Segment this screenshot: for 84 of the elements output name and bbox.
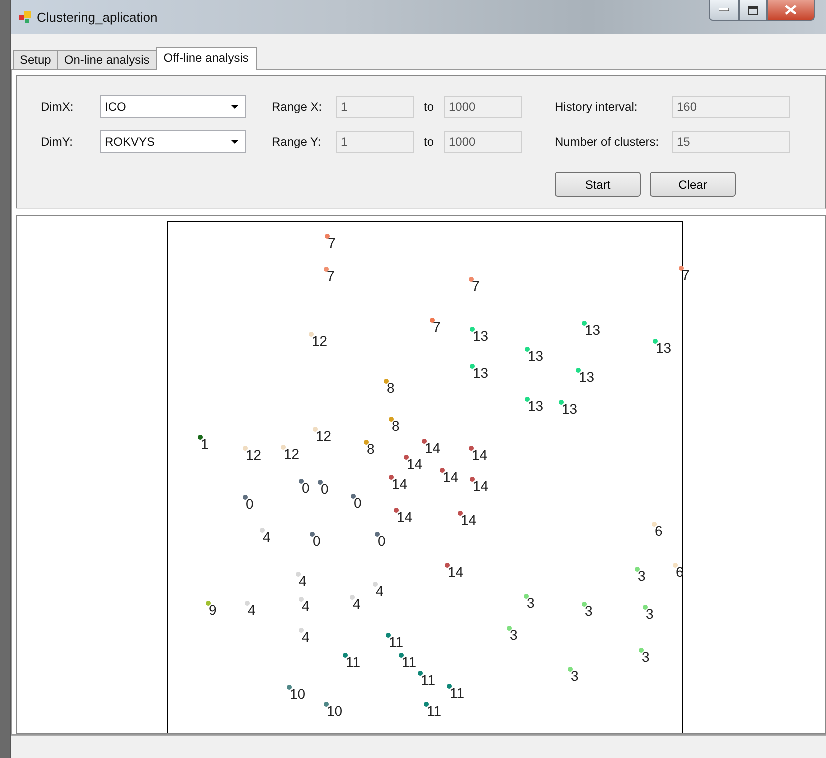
point-label: 8 — [367, 442, 375, 456]
point-label: 7 — [328, 236, 336, 250]
point-label: 4 — [376, 584, 384, 598]
point-label: 11 — [389, 635, 404, 649]
range-label: Range X: — [272, 100, 324, 114]
point-label: 8 — [392, 419, 400, 433]
minimize-icon — [719, 8, 729, 12]
point-label: 3 — [638, 569, 646, 583]
point-label: 4 — [353, 597, 361, 611]
point-label: 7 — [472, 279, 480, 293]
point-label: 0 — [321, 482, 329, 496]
point-label: 0 — [246, 497, 254, 511]
tab[interactable]: On-line analysis — [57, 50, 157, 70]
point-label: 10 — [327, 704, 343, 718]
point-label: 14 — [392, 477, 408, 491]
to-label: to — [422, 100, 435, 114]
point-label: 9 — [209, 603, 217, 617]
dimension-dropdown[interactable]: ROKVYS — [100, 130, 246, 153]
point-label: 14 — [397, 510, 413, 524]
point-label: 0 — [354, 496, 362, 510]
point-label: 4 — [248, 603, 256, 617]
point-label: 4 — [302, 599, 310, 613]
window-title: Clustering_aplication — [37, 10, 158, 24]
point-label: 14 — [472, 448, 488, 462]
point-label: 12 — [316, 429, 332, 443]
point-label: 0 — [313, 534, 321, 548]
point-label: 14 — [448, 565, 464, 579]
point-label: 7 — [327, 269, 335, 283]
point-label: 13 — [656, 341, 672, 355]
point-label: 11 — [402, 655, 417, 669]
point-label: 14 — [407, 457, 423, 471]
point-label: 10 — [290, 687, 306, 701]
dimension-label: DimX: — [41, 100, 75, 114]
point-label: 13 — [562, 402, 578, 416]
close-icon — [785, 5, 797, 15]
point-label: 11 — [346, 655, 361, 669]
to-label: to — [422, 134, 435, 148]
action-button[interactable]: Clear — [650, 172, 736, 197]
point-label: 11 — [450, 686, 465, 700]
parameter-label: Number of clusters: — [555, 134, 660, 148]
point-label: 6 — [655, 524, 663, 538]
point-label: 14 — [425, 441, 441, 455]
maximize-icon — [748, 6, 758, 14]
point-label: 4 — [263, 530, 271, 544]
close-button[interactable] — [767, 0, 815, 21]
point-label: 3 — [527, 596, 535, 610]
point-label: 12 — [312, 334, 328, 348]
point-label: 13 — [473, 329, 489, 343]
point-label: 3 — [642, 650, 650, 664]
point-label: 1 — [201, 437, 209, 451]
point-label: 13 — [473, 366, 489, 380]
minimize-button[interactable] — [709, 0, 739, 21]
point-label: 3 — [646, 607, 654, 621]
parameter-label: History interval: — [555, 100, 639, 114]
dimension-label: DimY: — [41, 134, 74, 148]
point-label: 11 — [421, 673, 436, 687]
point-label: 13 — [579, 370, 595, 384]
point-label: 4 — [299, 574, 307, 588]
point-label: 3 — [571, 669, 579, 683]
point-label: 12 — [246, 448, 262, 462]
dropdown-arrow-icon — [231, 104, 239, 108]
point-label: 12 — [284, 447, 300, 461]
dropdown-arrow-icon — [231, 140, 239, 144]
point-label: 0 — [302, 481, 310, 495]
point-label: 14 — [443, 470, 459, 484]
point-label: 7 — [433, 320, 441, 334]
point-label: 8 — [387, 381, 395, 395]
point-label: 14 — [473, 479, 489, 493]
maximize-button[interactable] — [739, 0, 767, 21]
point-label: 14 — [461, 513, 477, 527]
app-icon — [19, 11, 31, 23]
range-label: Range Y: — [272, 134, 322, 148]
action-button[interactable]: Start — [555, 172, 641, 197]
point-label: 3 — [585, 604, 593, 618]
point-label: 13 — [585, 323, 601, 337]
dimension-dropdown[interactable]: ICO — [100, 95, 246, 118]
point-label: 11 — [427, 704, 442, 718]
point-label: 13 — [528, 399, 544, 413]
tab[interactable]: Setup — [13, 50, 58, 70]
point-label: 4 — [302, 630, 310, 644]
tab[interactable]: Off-line analysis — [156, 47, 257, 70]
point-label: 13 — [528, 349, 544, 363]
point-label: 3 — [510, 628, 518, 642]
point-label: 0 — [378, 534, 386, 548]
